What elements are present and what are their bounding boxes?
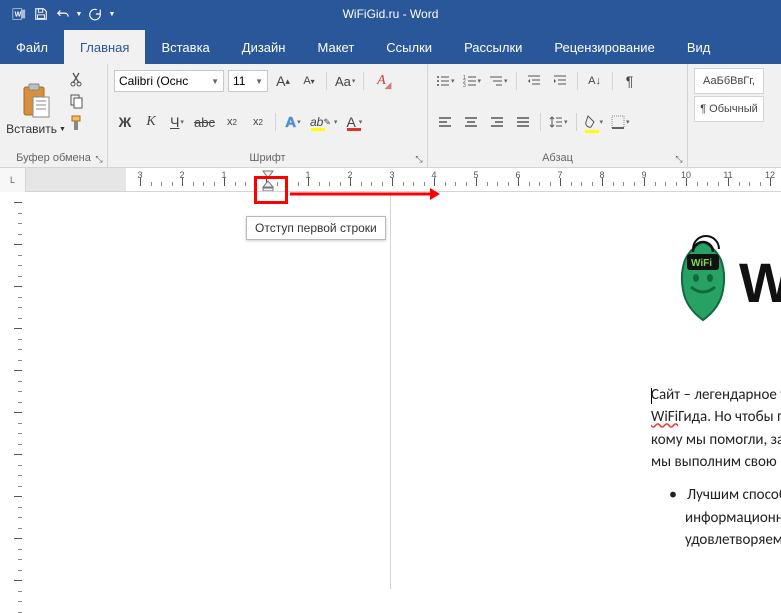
tab-view[interactable]: Вид	[671, 30, 727, 64]
hanging-indent-marker[interactable]	[262, 180, 274, 192]
style-sample[interactable]: АаБбВвГг,	[694, 68, 764, 94]
vertical-ruler[interactable]	[0, 192, 391, 589]
tab-references[interactable]: Ссылки	[370, 30, 448, 64]
ruler-row: L 321123456789101112	[0, 168, 781, 192]
ribbon-tabs: Файл Главная Вставка Дизайн Макет Ссылки…	[0, 28, 781, 64]
cut-icon[interactable]	[66, 68, 88, 90]
customize-qat-icon[interactable]: ▼	[106, 3, 118, 25]
sort-icon[interactable]: A↓	[584, 70, 606, 92]
borders-button[interactable]: ▾	[609, 111, 632, 133]
tab-design[interactable]: Дизайн	[226, 30, 302, 64]
text-effects-button[interactable]: A▾	[282, 111, 304, 133]
paste-button[interactable]: Вставить▼	[6, 68, 66, 150]
shading-button[interactable]: ▾	[583, 111, 606, 133]
quick-access-toolbar: W ▼ ▼	[0, 3, 118, 25]
strikethrough-button[interactable]: abc	[192, 111, 217, 133]
clear-formatting-icon[interactable]: A◢	[370, 70, 392, 92]
tab-home[interactable]: Главная	[64, 30, 145, 64]
svg-text:W: W	[15, 12, 22, 19]
ruler-corner[interactable]: L	[0, 168, 26, 192]
bullets-button[interactable]: ▾	[434, 70, 457, 92]
page: WiFi WIFI ГИД WI-FI И БЕСП	[561, 192, 781, 552]
font-size-select[interactable]: 11 ▼	[228, 70, 268, 92]
title-bar: W ▼ ▼ WiFiGid.ru - Word	[0, 0, 781, 28]
font-name-select[interactable]: Calibri (Оснс ▼	[114, 70, 224, 92]
multilevel-list-button[interactable]: ▾	[487, 70, 510, 92]
format-painter-icon[interactable]	[66, 112, 88, 134]
group-styles: АаБбВвГг, ¶ Обычный	[688, 64, 781, 167]
ribbon: Вставить▼ Буфер обмена ⤡ Calibri (Оснс ▼ …	[0, 64, 781, 168]
workspace: WiFi WIFI ГИД WI-FI И БЕСП	[0, 192, 781, 589]
align-right-icon[interactable]	[486, 111, 508, 133]
tab-review[interactable]: Рецензирование	[538, 30, 670, 64]
group-styles-label	[694, 162, 775, 165]
svg-text:WIFI: WIFI	[739, 251, 781, 314]
highlight-button[interactable]: ab✎▾	[308, 111, 339, 133]
style-normal[interactable]: ¶ Обычный	[694, 96, 764, 122]
document-area[interactable]: WiFi WIFI ГИД WI-FI И БЕСП	[391, 192, 781, 589]
font-launcher-icon[interactable]: ⤡	[413, 153, 425, 165]
justify-icon[interactable]	[512, 111, 534, 133]
superscript-button[interactable]: x2	[247, 111, 269, 133]
group-paragraph-label: Абзац	[434, 150, 681, 165]
document-logo-image: WiFi WIFI ГИД WI-FI И БЕСП	[663, 232, 781, 345]
group-font: Calibri (Оснс ▼ 11 ▼ A▴ A▾ Aa▾ A◢ Ж К Ч▾ a…	[108, 64, 428, 167]
word-app-icon[interactable]: W	[8, 3, 30, 25]
tab-file[interactable]: Файл	[0, 30, 64, 64]
align-center-icon[interactable]	[460, 111, 482, 133]
font-name-value: Calibri (Оснс	[119, 74, 188, 88]
copy-icon[interactable]	[66, 90, 88, 112]
tab-layout[interactable]: Макет	[301, 30, 370, 64]
svg-text:WiFi: WiFi	[691, 258, 712, 269]
group-font-label: Шрифт	[114, 150, 421, 165]
increase-indent-icon[interactable]	[549, 70, 571, 92]
decrease-font-icon[interactable]: A▾	[298, 70, 320, 92]
document-body: Сайт – легендарное творение нашего орден…	[651, 385, 781, 550]
tab-insert[interactable]: Вставка	[145, 30, 225, 64]
first-line-indent-marker[interactable]	[262, 170, 274, 180]
chevron-down-icon: ▼	[211, 77, 219, 86]
group-clipboard: Вставить▼ Буфер обмена ⤡	[0, 64, 108, 167]
change-case-button[interactable]: Aa▾	[333, 70, 357, 92]
group-clipboard-label: Буфер обмена	[6, 150, 101, 165]
clipboard-launcher-icon[interactable]: ⤡	[93, 153, 105, 165]
line-spacing-icon[interactable]: ▾	[547, 111, 570, 133]
undo-icon[interactable]	[52, 3, 74, 25]
paste-label: Вставить▼	[6, 122, 66, 136]
underline-button[interactable]: Ч▾	[166, 111, 188, 133]
group-paragraph: ▾ 123▾ ▾ A↓ ¶ ▾ ▾ ▾ Абзац ⤡	[428, 64, 688, 167]
horizontal-ruler[interactable]: 321123456789101112	[26, 168, 781, 192]
paragraph-launcher-icon[interactable]: ⤡	[673, 153, 685, 165]
subscript-button[interactable]: x2	[221, 111, 243, 133]
numbering-button[interactable]: 123▾	[461, 70, 484, 92]
save-icon[interactable]	[30, 3, 52, 25]
show-marks-icon[interactable]: ¶	[619, 70, 641, 92]
svg-text:3: 3	[463, 83, 466, 88]
window-title: WiFiGid.ru - Word	[343, 7, 439, 21]
paste-icon	[18, 82, 54, 120]
redo-icon[interactable]	[84, 3, 106, 25]
italic-button[interactable]: К	[140, 111, 162, 133]
align-left-icon[interactable]	[434, 111, 456, 133]
chevron-down-icon: ▼	[255, 77, 263, 86]
bold-button[interactable]: Ж	[114, 111, 136, 133]
undo-dropdown-icon[interactable]: ▼	[74, 3, 84, 25]
increase-font-icon[interactable]: A▴	[272, 70, 294, 92]
decrease-indent-icon[interactable]	[523, 70, 545, 92]
indent-tooltip: Отступ первой строки	[246, 216, 386, 240]
font-size-value: 11	[233, 74, 245, 88]
tab-mailings[interactable]: Рассылки	[448, 30, 538, 64]
font-color-button[interactable]: A▾	[343, 111, 365, 133]
